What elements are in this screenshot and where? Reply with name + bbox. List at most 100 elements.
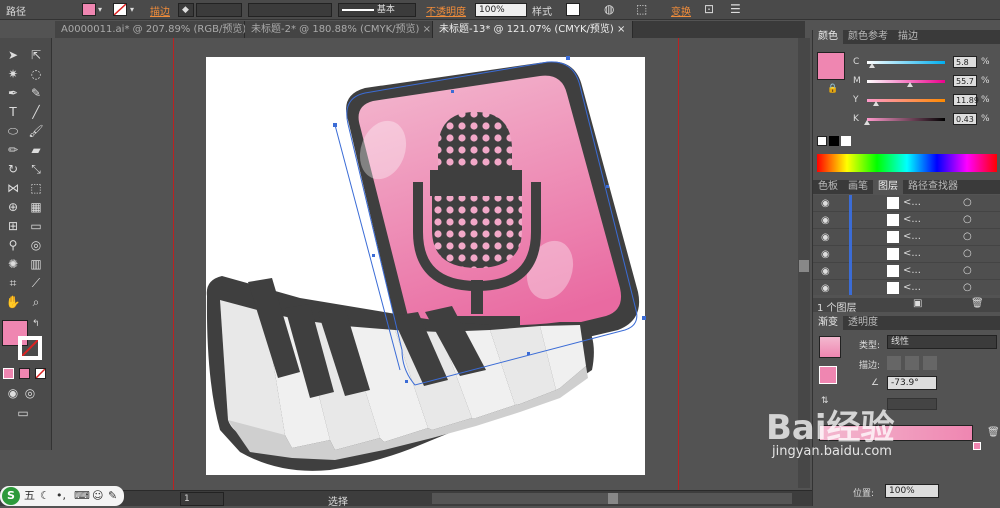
tab-brushes[interactable]: 画笔	[843, 180, 873, 194]
tab-color-guide[interactable]: 颜色参考	[843, 30, 893, 44]
layer-row[interactable]: ◉ <... ○	[813, 280, 1000, 295]
layer-count: 1 个图层	[817, 303, 857, 314]
stroke-gradient-within-icon[interactable]	[887, 356, 901, 370]
punctuation-icon[interactable]: •,	[56, 486, 66, 506]
wrench-icon[interactable]: ✎	[108, 486, 117, 506]
tab-swatches[interactable]: 色板	[813, 180, 843, 194]
channel-slider[interactable]	[867, 61, 945, 64]
layers-list: ◉ <... ○ ◉ <... ○ ◉ <... ○ ◉ <... ○ ◉ <.…	[813, 195, 1000, 295]
stroke-gradient-along-icon[interactable]	[905, 356, 919, 370]
ime-toolbar[interactable]: S 五 ☾ •, ⌨ ☺ ✎	[0, 486, 124, 506]
gradient-type-label: 类型:	[859, 341, 881, 351]
channel-slider[interactable]	[867, 118, 945, 121]
channel-unit: %	[981, 57, 990, 67]
baidu-watermark: Bai经验 jingyan.baidu.com	[766, 400, 952, 460]
channel-row-k: K 0.43%	[849, 113, 999, 127]
gradient-type-value: 线性	[891, 337, 910, 347]
channel-slider[interactable]	[867, 80, 945, 83]
channel-value-input[interactable]: 5.8	[953, 56, 977, 68]
tab-layers[interactable]: 图层	[873, 180, 903, 194]
channel-unit: %	[981, 114, 990, 124]
ime-logo-icon[interactable]: S	[2, 487, 20, 505]
tab-stroke[interactable]: 描边	[893, 30, 923, 44]
layers-panel-tabs: 色板 画笔 图层 路径查找器	[813, 180, 1000, 194]
gradient-position-label: 位置:	[853, 489, 875, 499]
none-color-icon[interactable]	[817, 136, 827, 146]
channel-name: Y	[853, 95, 859, 105]
new-layer-icon[interactable]: ▣	[913, 298, 922, 309]
layer-row[interactable]: ◉ <... ○	[813, 195, 1000, 212]
ime-mode[interactable]: 五	[24, 486, 35, 506]
slider-handle[interactable]	[869, 63, 875, 68]
angle-icon: ∠	[871, 378, 880, 388]
channel-row-m: M 55.7%	[849, 75, 999, 89]
channel-unit: %	[981, 76, 990, 86]
target-icon[interactable]: ○	[963, 265, 972, 276]
artboard-number-select[interactable]: 1	[180, 492, 224, 506]
gradient-angle-input[interactable]: -73.9°	[887, 376, 937, 390]
gradient-type-select[interactable]: 线性	[887, 335, 997, 349]
layer-row[interactable]: ◉ <... ○	[813, 246, 1000, 263]
scrollbar-thumb[interactable]	[799, 260, 809, 272]
keyboard-icon[interactable]: ⌨	[74, 486, 90, 506]
channel-unit: %	[981, 95, 990, 105]
channel-value-input[interactable]: 0.43	[953, 113, 977, 125]
color-panel-tabs: 颜色 颜色参考 描边	[813, 30, 1000, 44]
watermark-url: jingyan.baidu.com	[772, 444, 892, 459]
layer-name: <...	[903, 214, 921, 225]
trash-icon[interactable]: 🗑	[987, 427, 1000, 438]
channel-name: K	[853, 114, 859, 124]
moon-icon[interactable]: ☾	[40, 486, 50, 506]
slider-handle[interactable]	[873, 101, 879, 106]
tab-transparency[interactable]: 透明度	[843, 316, 883, 330]
watermark-logo-text: Bai经验	[766, 408, 895, 448]
layer-name: <...	[903, 282, 921, 293]
layer-row[interactable]: ◉ <... ○	[813, 263, 1000, 280]
channel-name: M	[853, 76, 861, 86]
tab-color[interactable]: 颜色	[813, 30, 843, 44]
eye-icon[interactable]: ◉	[821, 232, 830, 243]
slider-handle[interactable]	[907, 82, 913, 87]
target-icon[interactable]: ○	[963, 231, 972, 242]
tab-gradient[interactable]: 渐变	[813, 316, 843, 330]
eye-icon[interactable]: ◉	[821, 249, 830, 260]
gradient-panel-tabs: 渐变 透明度	[813, 316, 1000, 330]
layer-name: <...	[903, 231, 921, 242]
layer-name: <...	[903, 197, 921, 208]
trash-icon[interactable]: 🗑	[971, 298, 984, 309]
black-color-icon[interactable]	[829, 136, 839, 146]
target-icon[interactable]: ○	[963, 197, 972, 208]
color-spectrum[interactable]	[817, 154, 997, 172]
stroke-gradient-across-icon[interactable]	[923, 356, 937, 370]
tab-pathfinder[interactable]: 路径查找器	[903, 180, 963, 194]
gradient-fill-icon[interactable]	[819, 366, 837, 384]
channel-value-input[interactable]: 55.7	[953, 75, 977, 87]
eye-icon[interactable]: ◉	[821, 266, 830, 277]
target-icon[interactable]: ○	[963, 282, 972, 293]
color-panel-fill-swatch[interactable]	[817, 52, 845, 80]
layer-name: <...	[903, 265, 921, 276]
eye-icon[interactable]: ◉	[821, 283, 830, 294]
out-of-gamut-icon[interactable]: 🔒	[827, 84, 838, 94]
gradient-stroke-label: 描边:	[859, 361, 881, 371]
gradient-position-input[interactable]: 100%	[885, 484, 939, 498]
layer-name: <...	[903, 248, 921, 259]
channel-value-input[interactable]: 11.89	[953, 94, 979, 106]
gradient-stop[interactable]	[973, 442, 981, 450]
gradient-preview-swatch[interactable]	[819, 336, 841, 358]
eye-icon[interactable]: ◉	[821, 215, 830, 226]
channel-row-y: Y 11.89%	[849, 94, 999, 108]
channel-name: C	[853, 57, 860, 67]
white-color-icon[interactable]	[841, 136, 851, 146]
layer-row[interactable]: ◉ <... ○	[813, 229, 1000, 246]
eye-icon[interactable]: ◉	[821, 198, 830, 209]
scrollbar-thumb[interactable]	[608, 493, 618, 504]
layers-footer: 1 个图层 ▣ 🗑	[813, 298, 1000, 314]
user-icon[interactable]: ☺	[92, 486, 103, 506]
slider-handle[interactable]	[864, 120, 870, 125]
layer-row[interactable]: ◉ <... ○	[813, 212, 1000, 229]
channel-row-c: C 5.8%	[849, 56, 999, 70]
target-icon[interactable]: ○	[963, 248, 972, 259]
horizontal-scrollbar[interactable]	[432, 493, 792, 504]
target-icon[interactable]: ○	[963, 214, 972, 225]
